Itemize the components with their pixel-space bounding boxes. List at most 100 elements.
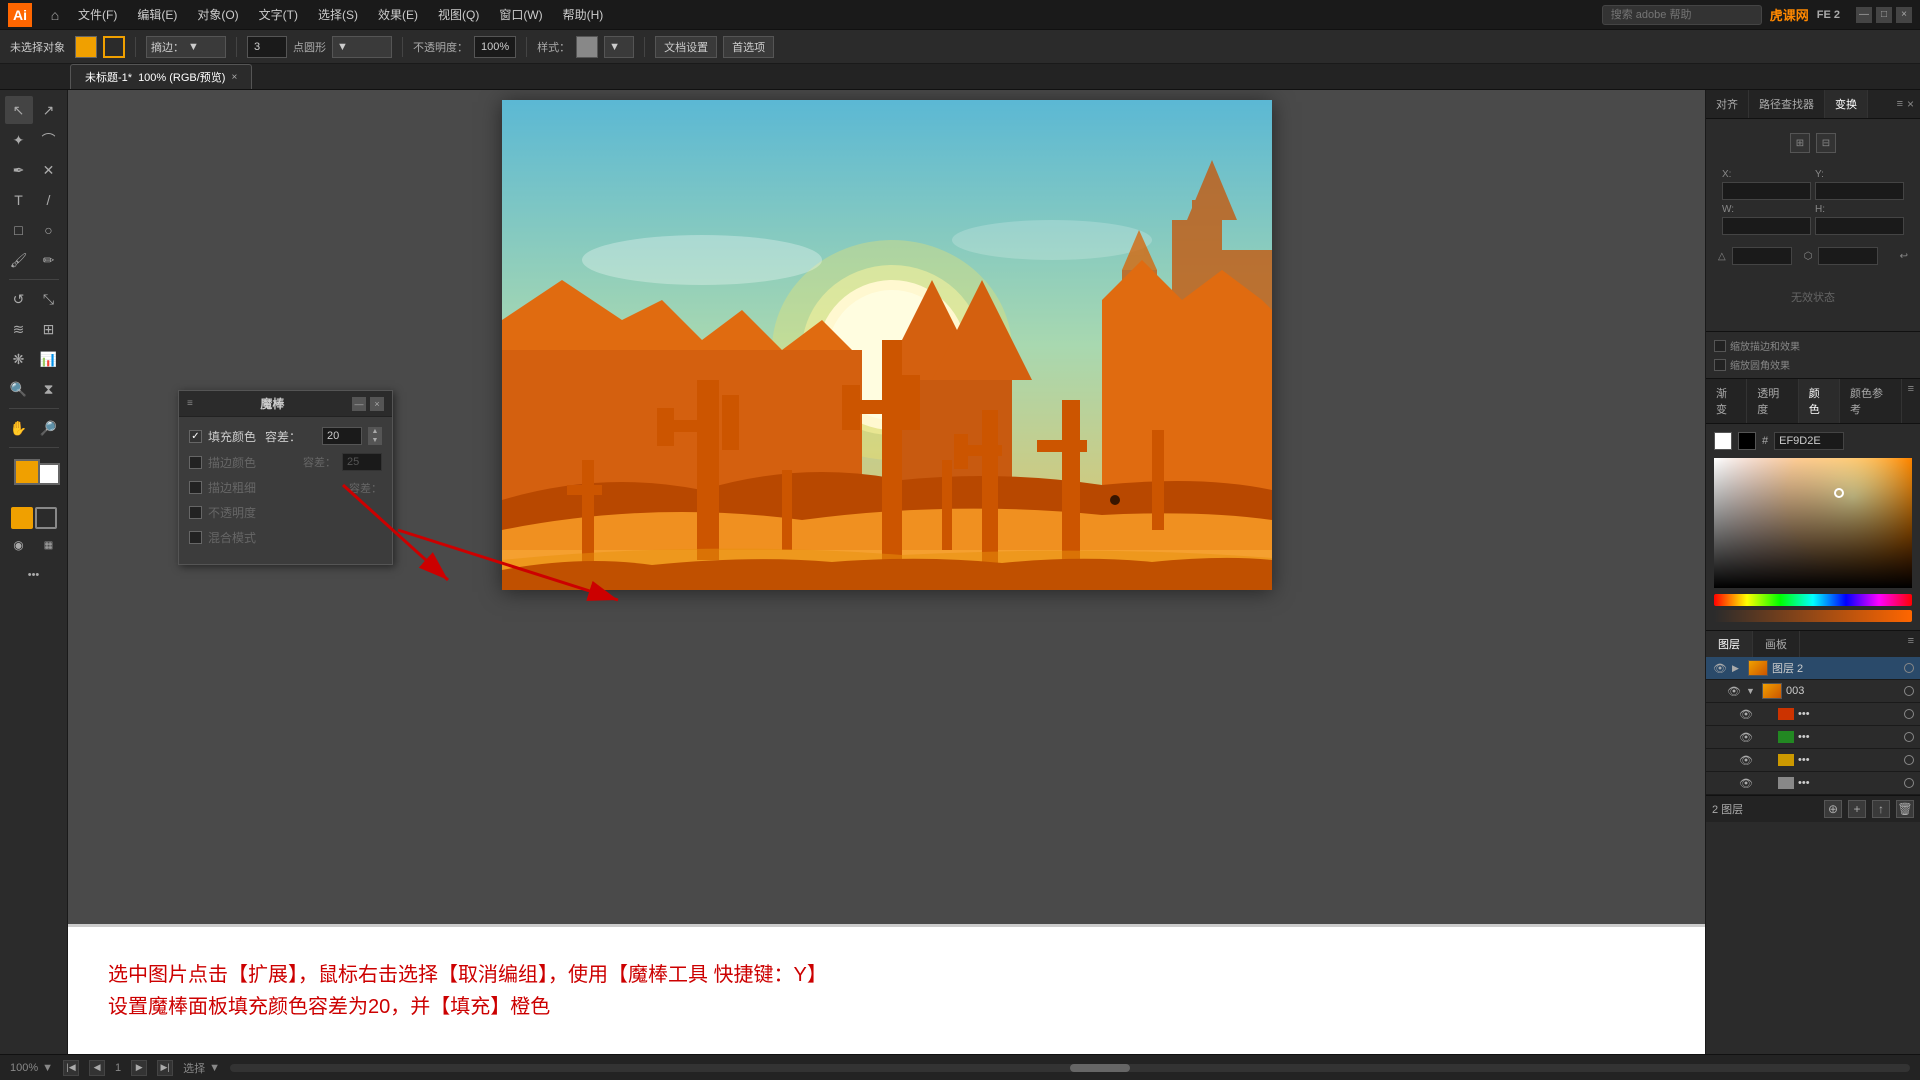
black-color-preview[interactable] [1738,432,1756,450]
white-color-preview[interactable] [1714,432,1732,450]
menu-view[interactable]: 视图(Q) [430,4,487,25]
panel-close-button[interactable]: × [370,397,384,411]
align-tab[interactable]: 对齐 [1706,90,1749,118]
opacity-checkbox[interactable] [189,506,202,519]
brush-tool[interactable]: 🖌 [5,246,33,274]
zoom-tool[interactable]: 🔎 [35,414,63,442]
layer2-expand[interactable]: ▶ [1732,663,1744,674]
restore-button[interactable]: □ [1876,7,1892,23]
layer003-visibility[interactable]: 👁 [1726,683,1742,699]
layers-panel-options[interactable]: ≡ [1902,631,1920,657]
make-layer-clip-btn[interactable]: ⊕ [1824,800,1842,818]
layer-color4-vis[interactable]: 👁 [1738,775,1754,791]
color-panel-options[interactable]: ≡ [1902,379,1920,423]
layers-btn[interactable]: ▦ [35,531,63,559]
stroke-swatch[interactable] [103,36,125,58]
delete-layer-btn[interactable]: 🗑 [1896,800,1914,818]
pathfinder-tab[interactable]: 路径查找器 [1749,90,1825,118]
menu-file[interactable]: 文件(F) [70,4,125,25]
menu-window[interactable]: 窗口(W) [491,4,550,25]
panel-close-x[interactable]: × [1907,97,1914,111]
hex-value-input[interactable]: EF9D2E [1774,432,1844,450]
transform-tab[interactable]: 变换 [1825,90,1868,118]
view-mode-fill[interactable] [11,507,33,529]
reset-icon[interactable]: ↩ [1900,251,1908,262]
canvas-scroll[interactable]: ≡ 魔棒 — × ✓ 填充颜色 容差： 20 ▲ [68,90,1705,924]
stroke-tolerance-input[interactable]: 25 [342,453,382,471]
tolerance-down[interactable]: ▼ [368,436,382,445]
stroke-color-checkbox[interactable] [189,456,202,469]
ellipse-tool[interactable]: ○ [35,216,63,244]
panel-minimize-button[interactable]: — [352,397,366,411]
symbol-tool[interactable]: ❋ [5,345,33,373]
last-page-btn[interactable]: ▶| [157,1060,173,1076]
color-picker-area[interactable] [1714,458,1912,588]
background-color-swatch[interactable] [38,463,60,485]
align-icon-1[interactable]: ⊞ [1790,133,1810,153]
scale-strokes-check[interactable] [1714,340,1726,352]
stroke-width-checkbox[interactable] [189,481,202,494]
layer-color3-vis[interactable]: 👁 [1738,752,1754,768]
chart-tool[interactable]: 📊 [35,345,63,373]
menu-edit[interactable]: 编辑(E) [129,4,185,25]
layer-color1-row[interactable]: 👁 ••• [1706,703,1920,726]
panel-options-icon[interactable]: ≡ [1897,98,1903,110]
home-icon[interactable]: ⌂ [44,4,66,26]
layer2-visibility[interactable]: 👁 [1712,660,1728,676]
fill-swatch[interactable] [75,36,97,58]
horizontal-scrollbar[interactable] [230,1064,1910,1072]
alpha-slider[interactable] [1714,610,1912,622]
pencil-tool[interactable]: ✏ [35,246,63,274]
menu-select[interactable]: 选择(S) [310,4,366,25]
menu-text[interactable]: 文字(T) [251,4,306,25]
brush-dropdown[interactable]: 摘边： ▼ [146,36,226,58]
view-mode-stroke[interactable] [35,507,57,529]
new-sublayer-btn[interactable]: + [1848,800,1866,818]
menu-effects[interactable]: 效果(E) [370,4,426,25]
color-guide-tab[interactable]: 颜色参考 [1840,379,1902,423]
lasso-tool[interactable]: ⌒ [35,126,63,154]
scale-corners-check[interactable] [1714,359,1726,371]
layer-color3-row[interactable]: 👁 ••• [1706,749,1920,772]
line-tool[interactable]: / [35,186,63,214]
free-transform-tool[interactable]: ⊞ [35,315,63,343]
rotate-tool[interactable]: ↺ [5,285,33,313]
eyedropper-tool[interactable]: 🔍 [5,375,33,403]
shape-dropdown[interactable]: ▼ [332,36,392,58]
document-tab[interactable]: 未标题-1* 100% (RGB/预览) × [70,64,252,89]
preferences-button[interactable]: 首选项 [723,36,774,58]
prev-page-btn[interactable]: ◀ [89,1060,105,1076]
more-tools[interactable]: ••• [20,561,48,589]
point-count-value[interactable]: 3 [247,36,287,58]
layer-color4-row[interactable]: 👁 ••• [1706,772,1920,795]
layer-color2-vis[interactable]: 👁 [1738,729,1754,745]
align-icon-2[interactable]: ⊟ [1816,133,1836,153]
minimize-button[interactable]: — [1856,7,1872,23]
tolerance-up[interactable]: ▲ [368,427,382,436]
color-tab[interactable]: 颜色 [1799,379,1840,423]
text-tool[interactable]: T [5,186,33,214]
tolerance-input[interactable]: 20 [322,427,362,445]
opacity-value[interactable]: 100% [474,36,516,58]
layer-003-row[interactable]: 👁 ▼ 003 [1706,680,1920,703]
draw-mode[interactable]: ◉ [5,531,33,559]
next-page-btn[interactable]: ▶ [131,1060,147,1076]
close-button[interactable]: × [1896,7,1912,23]
pen-tool[interactable]: ✒ [5,156,33,184]
gradient-tab[interactable]: 渐变 [1706,379,1747,423]
blend-tool[interactable]: ⧗ [35,375,63,403]
move-selection-btn[interactable]: ↑ [1872,800,1890,818]
first-page-btn[interactable]: |◀ [63,1060,79,1076]
foreground-color-swatch[interactable] [14,459,40,485]
doc-settings-button[interactable]: 文档设置 [655,36,717,58]
page-number[interactable]: 1 [115,1062,121,1074]
menu-help[interactable]: 帮助(H) [555,4,612,25]
hand-tool[interactable]: ✋ [5,414,33,442]
layer-2-row[interactable]: 👁 ▶ 图层 2 [1706,657,1920,680]
fill-color-checkbox[interactable]: ✓ [189,430,202,443]
hue-slider[interactable] [1714,594,1912,606]
selection-tool[interactable]: ↖ [5,96,33,124]
rect-tool[interactable]: □ [5,216,33,244]
blend-mode-checkbox[interactable] [189,531,202,544]
scale-tool[interactable]: ⤡ [35,285,63,313]
